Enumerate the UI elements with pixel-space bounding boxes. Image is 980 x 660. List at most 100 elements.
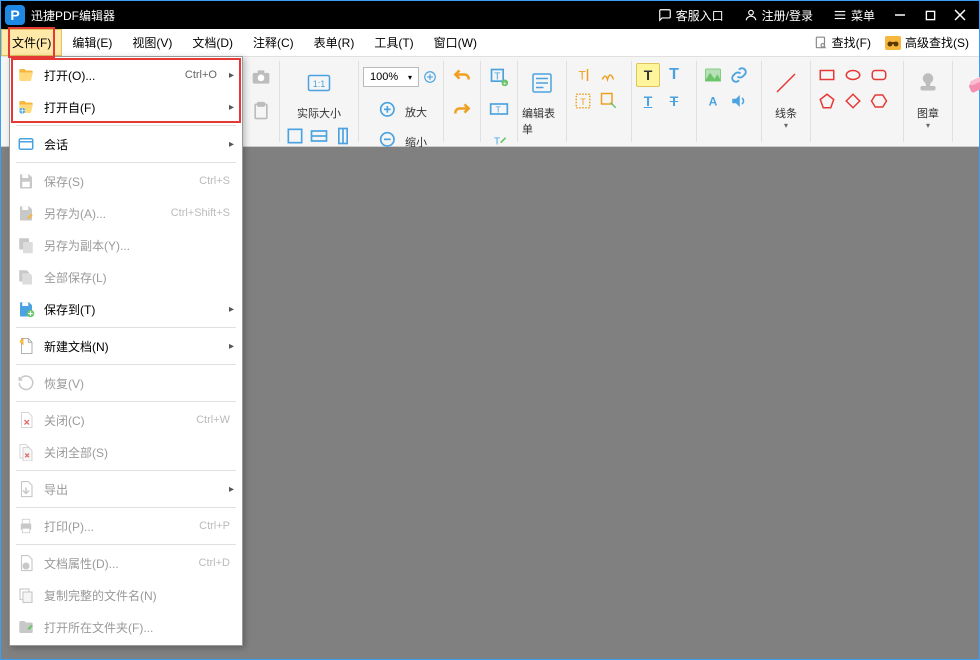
menu-window[interactable]: 窗口(W) (424, 29, 487, 56)
login-button[interactable]: 注册/登录 (734, 1, 823, 29)
form-icon (530, 71, 554, 95)
close-window-button[interactable] (945, 1, 975, 29)
separator (16, 125, 236, 126)
customer-service-button[interactable]: 客服入口 (648, 1, 734, 29)
svg-text:A: A (709, 95, 718, 109)
menu-export[interactable]: 导出 ▸ (10, 473, 242, 505)
eraser-icon (965, 71, 980, 95)
image-button[interactable] (701, 63, 725, 87)
lines-label: 线条 (775, 105, 797, 121)
menu-doc-props[interactable]: i 文档属性(D)... Ctrl+D (10, 547, 242, 579)
bold-text-button[interactable]: T (662, 63, 686, 87)
menu-save[interactable]: 保存(S) Ctrl+S (10, 165, 242, 197)
strikethrough-button[interactable]: T (662, 89, 686, 113)
stamp-label: 图章 (917, 105, 939, 121)
minimize-icon (894, 9, 906, 21)
stamp-button[interactable] (908, 63, 948, 103)
menu-new-document[interactable]: 新建文档(N) ▸ (10, 330, 242, 362)
zoom-in-button[interactable] (375, 97, 403, 125)
menu-document[interactable]: 文档(D) (182, 29, 243, 56)
menu-close[interactable]: 关闭(C) Ctrl+W (10, 404, 242, 436)
redo-button[interactable] (448, 97, 476, 125)
menu-save-as[interactable]: 另存为(A)... Ctrl+Shift+S (10, 197, 242, 229)
menu-save-all[interactable]: 全部保存(L) (10, 261, 242, 293)
save-as-icon (16, 203, 36, 223)
redo-icon (452, 101, 472, 121)
underline-button[interactable]: T (636, 89, 660, 113)
menu-close-all[interactable]: 关闭全部(S) (10, 436, 242, 468)
rounded-rect-button[interactable] (867, 63, 891, 87)
menu-copy-full-name[interactable]: 复制完整的文件名(N) (10, 579, 242, 611)
speaker-icon (730, 92, 748, 110)
close-all-icon (16, 442, 36, 462)
minimize-button[interactable] (885, 1, 915, 29)
text-cursor-icon: T (574, 66, 592, 84)
advanced-find-button[interactable]: 高级查找(S) (879, 32, 975, 53)
ellipse-shape-button[interactable] (841, 63, 865, 87)
text-field-button[interactable]: T (485, 95, 513, 123)
menu-view[interactable]: 视图(V) (122, 29, 182, 56)
menu-edit[interactable]: 编辑(E) (62, 29, 122, 56)
new-doc-icon (16, 336, 36, 356)
edit-text-button[interactable] (597, 89, 621, 113)
zoom-combo[interactable]: 100%▾ (363, 67, 419, 87)
sound-button[interactable] (727, 89, 751, 113)
fit-width-button[interactable] (308, 125, 330, 147)
svg-text:T: T (496, 104, 501, 114)
add-text-button[interactable]: T+ (485, 63, 513, 91)
actual-size-button[interactable]: 1:1 (299, 63, 339, 103)
clipboard-button[interactable] (247, 97, 275, 125)
text-box-icon: T (574, 92, 592, 110)
text-box-button[interactable]: T (571, 89, 595, 113)
polygon-button[interactable] (815, 89, 839, 113)
ellipse-icon (844, 66, 862, 84)
maximize-icon (925, 10, 936, 21)
attachment-button[interactable]: A (701, 89, 725, 113)
menu-save-to[interactable]: 保存到(T) ▸ (10, 293, 242, 325)
separator (16, 364, 236, 365)
rect-icon (818, 66, 836, 84)
ribbon-group-media: A (697, 61, 762, 142)
hexagon-button[interactable] (867, 89, 891, 113)
edit-form-button[interactable] (522, 63, 562, 103)
main-menu-button[interactable]: 菜单 (823, 1, 885, 29)
menu-tools[interactable]: 工具(T) (364, 29, 423, 56)
menu-open-folder[interactable]: 打开所在文件夹(F)... (10, 611, 242, 643)
signature-button[interactable] (597, 63, 621, 87)
menu-file[interactable]: 文件(F) (1, 29, 62, 56)
eraser-button[interactable] (957, 63, 980, 103)
line-tool-button[interactable] (766, 63, 806, 103)
maximize-button[interactable] (915, 1, 945, 29)
menu-open[interactable]: 打开(O)... Ctrl+O ▸ (10, 59, 242, 91)
line-icon (774, 71, 798, 95)
menu-print[interactable]: 打印(P)... Ctrl+P (10, 510, 242, 542)
close-icon (954, 9, 966, 21)
text-cursor-button[interactable]: T (571, 63, 595, 87)
svg-text:T: T (494, 136, 500, 147)
chevron-right-icon: ▸ (229, 102, 234, 113)
menu-session[interactable]: 会话 ▸ (10, 128, 242, 160)
edit-form-label: 编辑表单 (522, 105, 562, 137)
svg-text:T: T (494, 72, 500, 83)
rect-shape-button[interactable] (815, 63, 839, 87)
fit-height-button[interactable] (332, 125, 354, 147)
fit-page-button[interactable] (284, 125, 306, 147)
menu-save-as-copy[interactable]: 另存为副本(Y)... (10, 229, 242, 261)
file-menu-dropdown: 打开(O)... Ctrl+O ▸ 打开自(F) ▸ 会话 ▸ 保存(S) Ct… (9, 56, 243, 646)
link-button[interactable] (727, 63, 751, 87)
ribbon-group-history (444, 61, 481, 142)
app-title: 迅捷PDF编辑器 (31, 7, 115, 24)
menu-comment[interactable]: 注释(C) (243, 29, 304, 56)
fit-page-icon (285, 126, 305, 146)
diamond-button[interactable] (841, 89, 865, 113)
undo-button[interactable] (448, 63, 476, 91)
chevron-right-icon: ▸ (229, 304, 234, 315)
menu-open-from[interactable]: 打开自(F) ▸ (10, 91, 242, 123)
zoom-dropdown-button[interactable] (421, 63, 439, 91)
menu-form[interactable]: 表单(R) (304, 29, 365, 56)
menu-revert[interactable]: 恢复(V) (10, 367, 242, 399)
find-button[interactable]: 查找(F) (808, 32, 877, 53)
snapshot-button[interactable] (247, 63, 275, 91)
ribbon-group-snapshot (243, 61, 280, 142)
highlight-text-button[interactable]: T (636, 63, 660, 87)
